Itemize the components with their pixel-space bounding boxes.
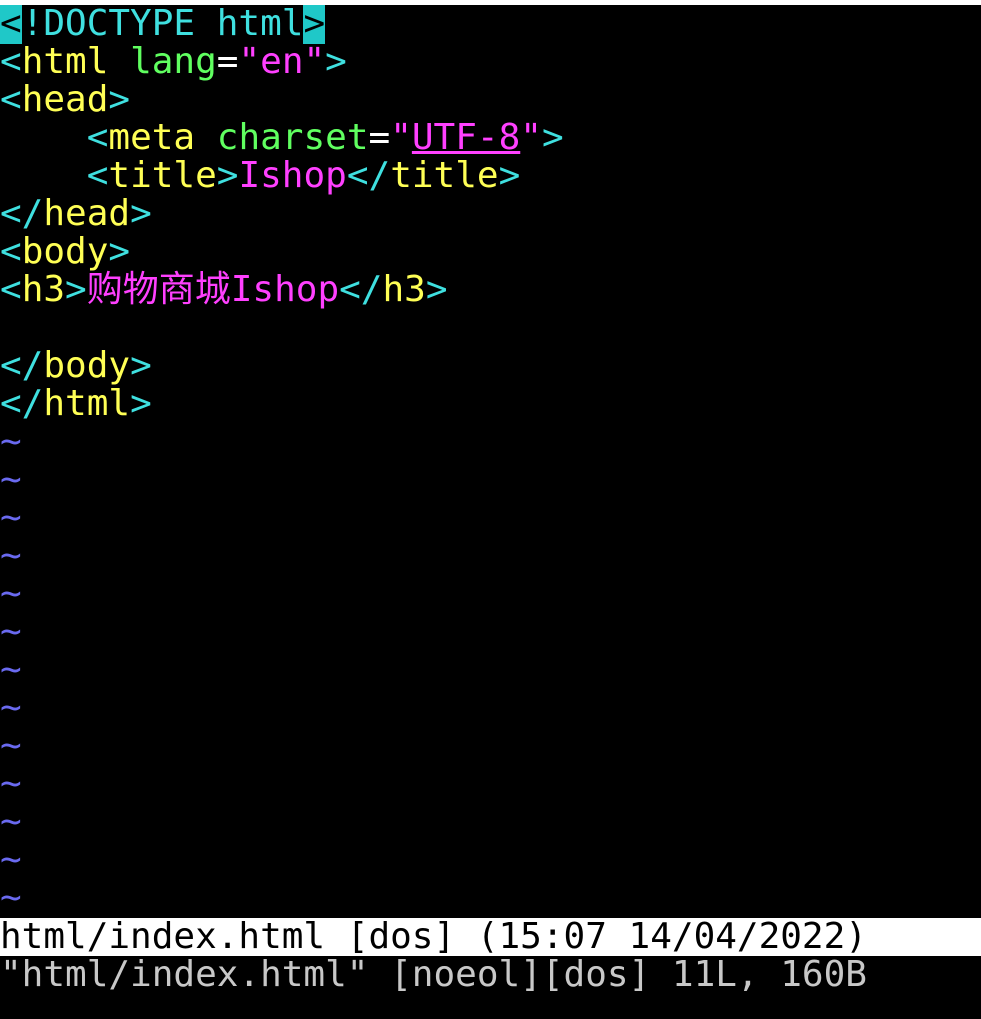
- code-token: </: [0, 193, 44, 234]
- empty-line-marker: ~: [0, 497, 22, 538]
- code-token: meta: [108, 117, 196, 158]
- empty-line-marker: ~: [0, 535, 22, 576]
- code-line[interactable]: <body>: [0, 233, 981, 271]
- code-token: >: [325, 41, 347, 82]
- code-token: >: [108, 231, 131, 272]
- code-token: =: [368, 117, 391, 158]
- vim-terminal-window[interactable]: <!DOCTYPE html> <html lang="en"> <head> <m…: [0, 0, 981, 1019]
- code-token: >: [130, 345, 152, 386]
- code-token: <: [86, 117, 109, 158]
- code-token: 购物商城: [86, 269, 231, 310]
- code-line[interactable]: </head>: [0, 195, 981, 233]
- code-token: html: [21, 41, 109, 82]
- empty-line-marker: ~: [0, 725, 22, 766]
- code-token: title: [390, 155, 499, 196]
- code-token: >: [425, 269, 448, 310]
- code-token: ": [390, 117, 412, 158]
- code-token: >: [498, 155, 521, 196]
- code-token: title: [108, 155, 217, 196]
- code-token: body: [21, 231, 109, 272]
- code-token: >: [108, 79, 131, 120]
- code-token: <: [0, 79, 22, 120]
- empty-line-marker: ~: [0, 649, 22, 690]
- code-token: >: [216, 155, 239, 196]
- code-token: UTF-8: [411, 117, 521, 158]
- code-token: head: [43, 193, 131, 234]
- cursor-cell: <: [0, 5, 22, 44]
- code-token: "en": [238, 41, 326, 82]
- status-line: html/index.html [dos] (15:07 14/04/2022): [0, 918, 981, 956]
- code-line[interactable]: <!DOCTYPE html>: [0, 5, 981, 44]
- code-token: =: [216, 41, 239, 82]
- code-line[interactable]: [0, 309, 981, 347]
- code-token: >: [130, 193, 152, 234]
- empty-line-marker: ~: [0, 573, 22, 614]
- code-token: >: [541, 117, 564, 158]
- code-token: <: [0, 231, 22, 272]
- code-token: </: [346, 155, 391, 196]
- code-token: ": [520, 117, 542, 158]
- empty-line-marker: ~: [0, 801, 22, 842]
- code-line[interactable]: <h3>购物商城Ishop</h3>: [0, 271, 981, 309]
- code-token: <: [0, 41, 22, 82]
- command-line[interactable]: "html/index.html" [noeol][dos] 11L, 160B: [0, 956, 981, 1019]
- code-token: h3: [382, 269, 426, 310]
- code-token: Ishop: [230, 269, 340, 310]
- code-token: >: [130, 383, 152, 424]
- code-token: html: [43, 383, 131, 424]
- empty-line-marker: ~: [0, 839, 22, 880]
- code-token: </: [0, 383, 44, 424]
- empty-line-marker: ~: [0, 611, 22, 652]
- code-token: <: [86, 155, 109, 196]
- editor-buffer[interactable]: <!DOCTYPE html> <html lang="en"> <head> <m…: [0, 5, 981, 918]
- code-line[interactable]: </html>: [0, 385, 981, 423]
- code-line[interactable]: <meta charset="UTF-8">: [0, 119, 981, 157]
- code-token: head: [21, 79, 109, 120]
- empty-line-marker: ~: [0, 687, 22, 728]
- code-token: charset: [216, 117, 369, 158]
- code-line[interactable]: </body>: [0, 347, 981, 385]
- cursor-cell: >: [303, 5, 326, 44]
- empty-line-marker: ~: [0, 459, 22, 500]
- code-token: </: [0, 345, 44, 386]
- empty-line-marker: ~: [0, 877, 22, 918]
- code-token: >: [65, 269, 87, 310]
- code-token: !DOCTYPE html: [21, 5, 304, 44]
- code-token: h3: [21, 269, 66, 310]
- code-token: lang: [130, 41, 217, 82]
- code-token: Ishop: [238, 155, 347, 196]
- empty-line-marker: ~: [0, 763, 22, 804]
- code-line[interactable]: <title>Ishop</title>: [0, 157, 981, 195]
- code-token: body: [43, 345, 131, 386]
- code-line[interactable]: <html lang="en">: [0, 43, 981, 81]
- empty-line-marker: ~: [0, 421, 22, 462]
- code-token: <: [0, 269, 22, 310]
- code-line[interactable]: <head>: [0, 81, 981, 119]
- code-token: </: [339, 269, 383, 310]
